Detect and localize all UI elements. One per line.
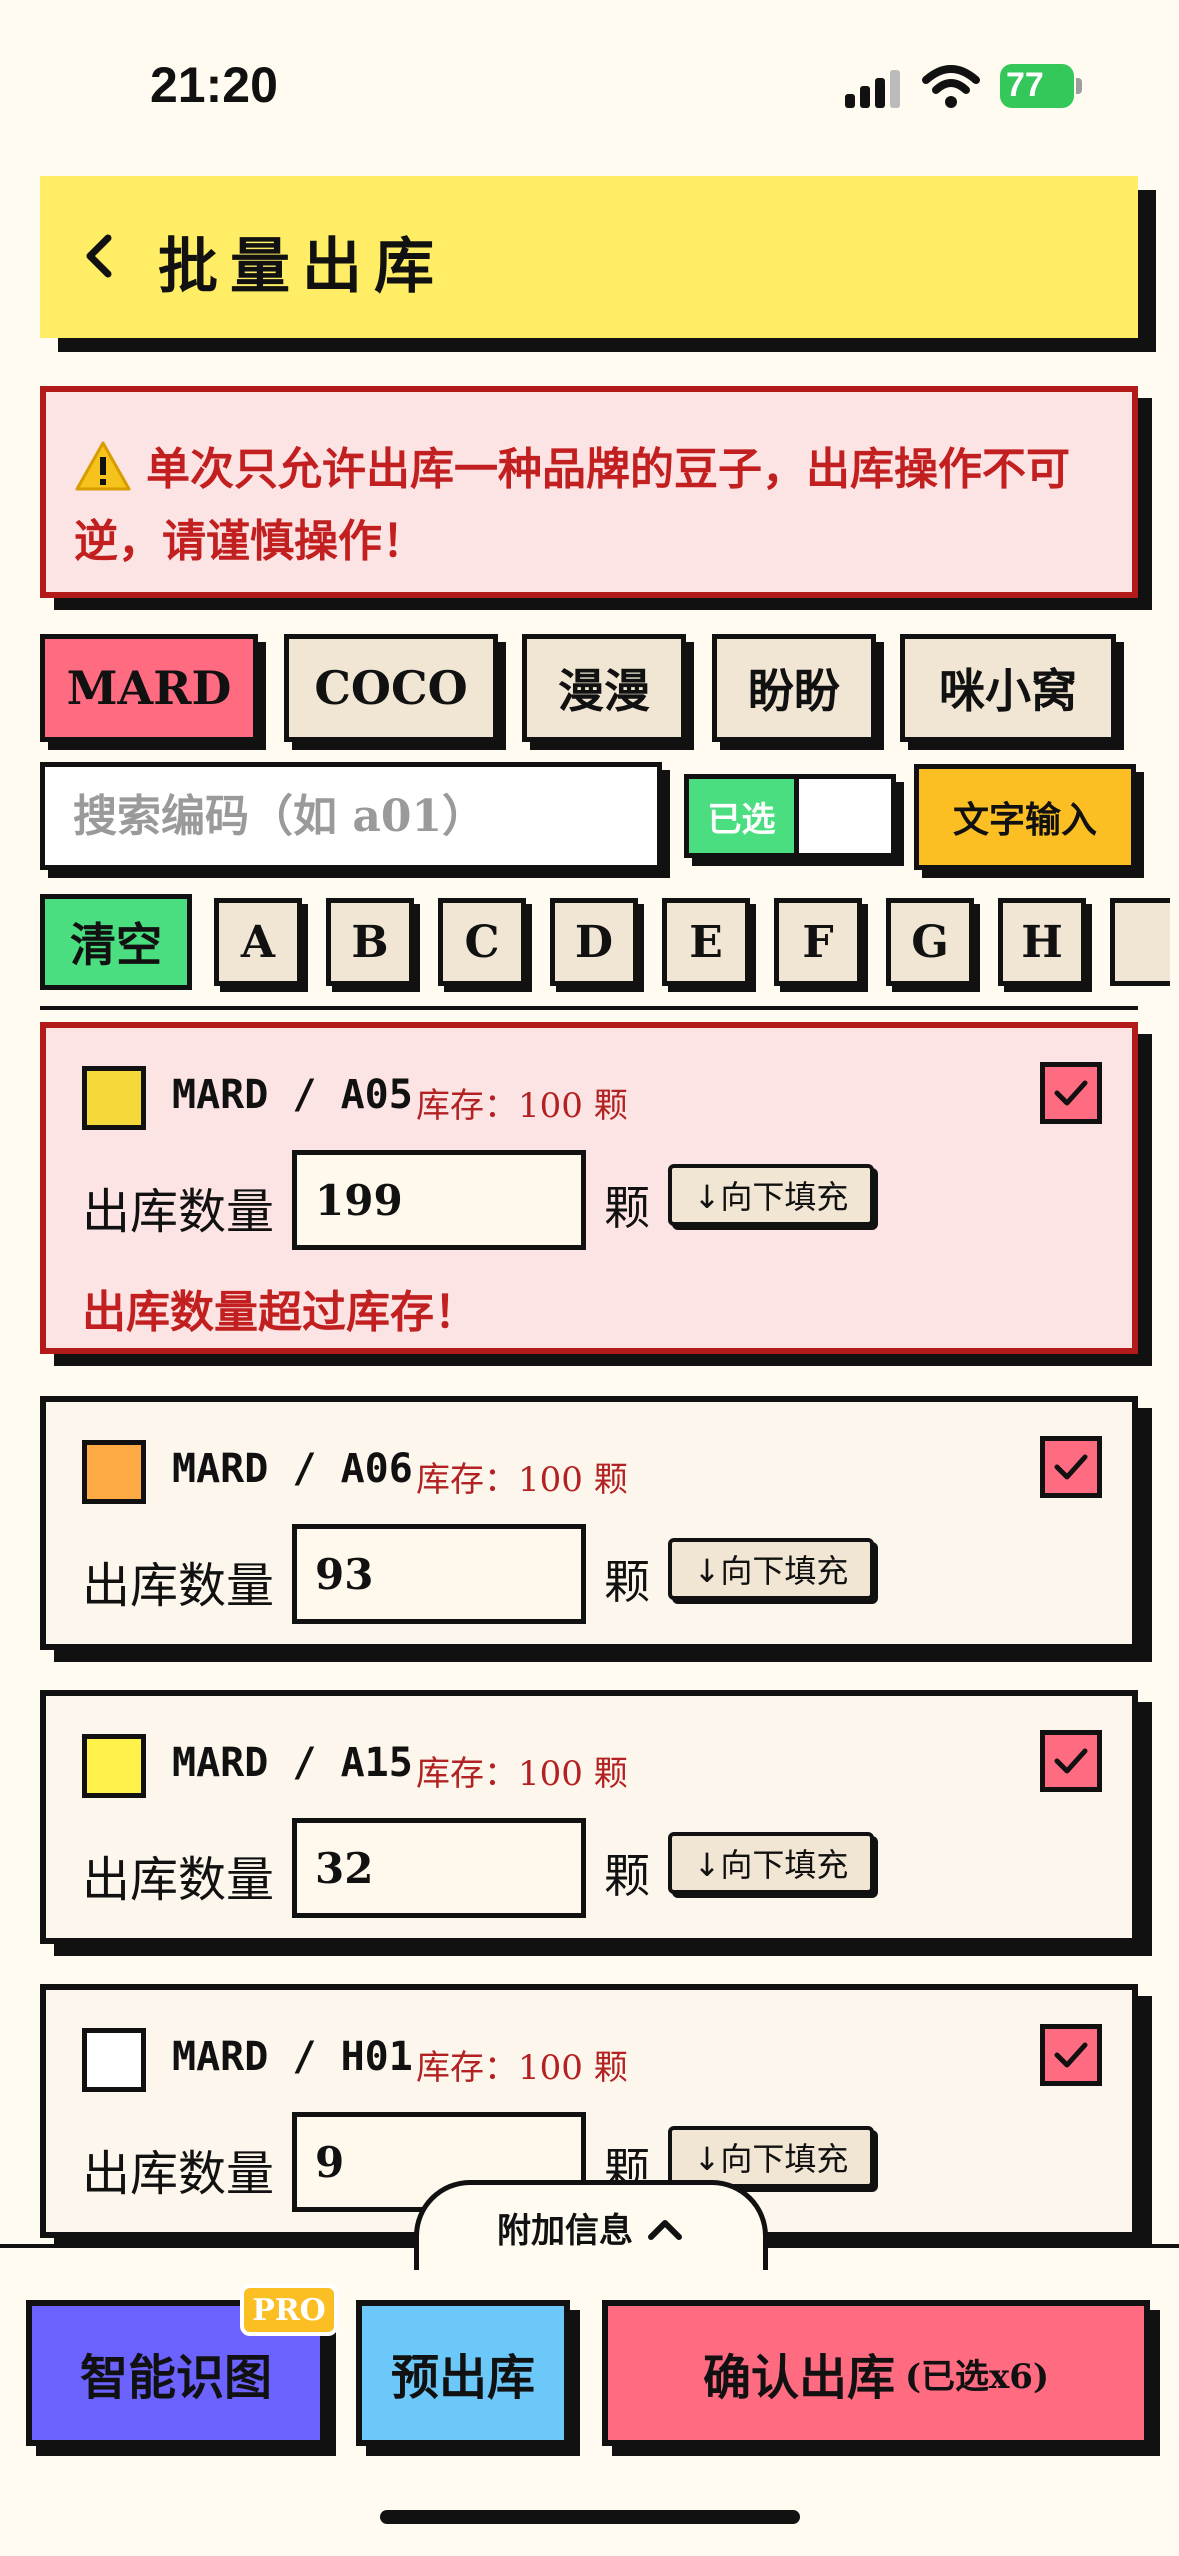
check-icon bbox=[1054, 1454, 1088, 1480]
pre-outbound-button[interactable]: 预出库 bbox=[356, 2300, 570, 2446]
quantity-label: 出库数量 bbox=[82, 2146, 275, 2202]
quantity-box bbox=[292, 1524, 586, 1624]
letter-filter-d[interactable]: D bbox=[550, 898, 638, 986]
check-icon bbox=[1054, 2042, 1088, 2068]
error-message: 出库数量超过库存！ bbox=[82, 1287, 478, 1338]
status-time: 21:20 bbox=[150, 57, 278, 113]
letter-filter-a[interactable]: A bbox=[214, 898, 302, 986]
quantity-label: 出库数量 bbox=[82, 1184, 275, 1240]
letter-filter-f[interactable]: F bbox=[774, 898, 862, 986]
chevron-up-icon bbox=[648, 2219, 682, 2240]
quantity-label: 出库数量 bbox=[82, 1558, 275, 1614]
item-stock: 库存：100 颗 bbox=[416, 2048, 628, 2088]
item-card: MARD / A06 库存：100 颗 出库数量 颗 ↓向下填充 bbox=[40, 1396, 1138, 1650]
selected-toggle-label: 已选 bbox=[689, 779, 799, 853]
check-icon bbox=[1054, 1748, 1088, 1774]
color-swatch bbox=[82, 1734, 146, 1798]
brand-tab-panpan[interactable]: 盼盼 bbox=[712, 634, 876, 742]
unit-label: 颗 bbox=[604, 1181, 650, 1235]
header: 批量出库 bbox=[40, 176, 1138, 338]
item-checkbox[interactable] bbox=[1040, 1062, 1102, 1124]
quantity-label: 出库数量 bbox=[82, 1852, 275, 1908]
item-checkbox[interactable] bbox=[1040, 1436, 1102, 1498]
battery-icon: 77 bbox=[1000, 64, 1082, 108]
letter-filter-g[interactable]: G bbox=[886, 898, 974, 986]
color-swatch bbox=[82, 1066, 146, 1130]
quantity-input[interactable] bbox=[297, 1823, 581, 1913]
text-input-button[interactable]: 文字输入 bbox=[914, 764, 1136, 870]
brand-tab-mixiaowo[interactable]: 咪小窝 bbox=[900, 634, 1116, 742]
status-bar: 21:20 77 bbox=[0, 0, 1179, 170]
smart-recognition-label: 智能识图 bbox=[79, 2350, 272, 2406]
search-box bbox=[40, 762, 662, 870]
letter-filter-e[interactable]: E bbox=[662, 898, 750, 986]
item-stock: 库存：100 颗 bbox=[416, 1086, 628, 1126]
home-indicator[interactable] bbox=[380, 2510, 800, 2524]
item-stock: 库存：100 颗 bbox=[416, 1754, 628, 1794]
quantity-input[interactable] bbox=[297, 1155, 581, 1245]
item-card: MARD / A05 库存：100 颗 出库数量 颗 ↓向下填充 出库数量超过库… bbox=[40, 1022, 1138, 1354]
extra-info-toggle[interactable]: 附加信息 bbox=[414, 2180, 768, 2270]
color-swatch bbox=[82, 1440, 146, 1504]
battery-level: 77 bbox=[1006, 66, 1044, 104]
letter-filter-next[interactable] bbox=[1110, 898, 1170, 986]
item-code: MARD / A05 bbox=[172, 1072, 413, 1118]
selected-toggle[interactable]: 已选 bbox=[684, 774, 896, 858]
unit-label: 颗 bbox=[604, 1849, 650, 1903]
color-swatch bbox=[82, 2028, 146, 2092]
brand-tab-coco[interactable]: COCO bbox=[284, 634, 498, 742]
item-card: MARD / A15 库存：100 颗 出库数量 颗 ↓向下填充 bbox=[40, 1690, 1138, 1944]
item-checkbox[interactable] bbox=[1040, 1730, 1102, 1792]
check-icon bbox=[1054, 1080, 1088, 1106]
signal-icon bbox=[845, 70, 900, 108]
warning-banner: 单次只允许出库一种品牌的豆子，出库操作不可逆，请谨慎操作！ bbox=[40, 386, 1138, 598]
divider bbox=[40, 1006, 1138, 1010]
confirm-outbound-label: 确认出库 bbox=[702, 2350, 895, 2406]
item-code: MARD / A06 bbox=[172, 1446, 413, 1492]
item-code: MARD / A15 bbox=[172, 1740, 413, 1786]
fill-down-button[interactable]: ↓向下填充 bbox=[668, 1538, 874, 1600]
page-title: 批量出库 bbox=[158, 232, 446, 302]
item-stock: 库存：100 颗 bbox=[416, 1460, 628, 1500]
pre-outbound-label: 预出库 bbox=[390, 2350, 535, 2406]
quantity-input[interactable] bbox=[297, 1529, 581, 1619]
letter-filter-c[interactable]: C bbox=[438, 898, 526, 986]
pro-badge: PRO bbox=[240, 2284, 338, 2336]
letter-filter-h[interactable]: H bbox=[998, 898, 1086, 986]
fill-down-button[interactable]: ↓向下填充 bbox=[668, 1164, 874, 1226]
wifi-icon bbox=[922, 65, 980, 108]
item-code: MARD / H01 bbox=[172, 2034, 413, 2080]
extra-info-label: 附加信息 bbox=[497, 2211, 633, 2251]
item-checkbox[interactable] bbox=[1040, 2024, 1102, 2086]
brand-tab-mard[interactable]: MARD bbox=[40, 634, 258, 742]
search-input[interactable] bbox=[45, 767, 657, 865]
fill-down-button[interactable]: ↓向下填充 bbox=[668, 1832, 874, 1894]
page: 21:20 77 批量出库 单次只允许出库一种品牌的豆子，出库操作不可逆，请谨慎… bbox=[0, 0, 1179, 2556]
warning-text: 单次只允许出库一种品牌的豆子，出库操作不可逆，请谨慎操作！ bbox=[74, 434, 1100, 578]
confirm-outbound-button[interactable]: 确认出库 (已选x6) bbox=[602, 2300, 1150, 2446]
brand-tab-manman[interactable]: 漫漫 bbox=[522, 634, 686, 742]
selected-count: (已选x6) bbox=[904, 2356, 1050, 2397]
quantity-box bbox=[292, 1818, 586, 1918]
unit-label: 颗 bbox=[604, 1555, 650, 1609]
clear-button[interactable]: 清空 bbox=[40, 894, 192, 990]
fill-down-button[interactable]: ↓向下填充 bbox=[668, 2126, 874, 2188]
warning-icon bbox=[75, 441, 131, 491]
quantity-box bbox=[292, 1150, 586, 1250]
letter-filter-b[interactable]: B bbox=[326, 898, 414, 986]
back-icon[interactable] bbox=[70, 226, 130, 286]
